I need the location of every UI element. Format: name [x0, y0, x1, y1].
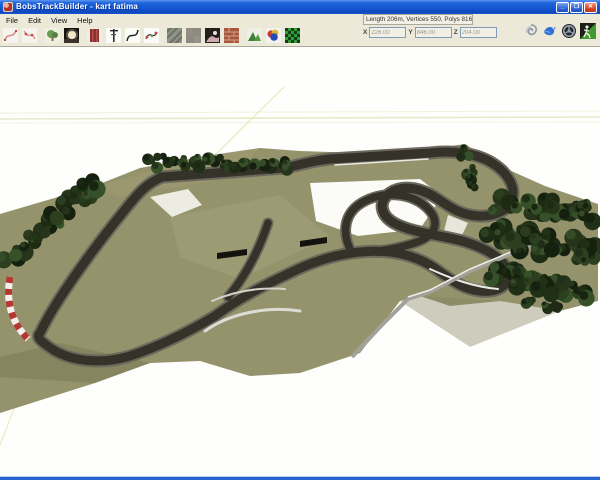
object-pole-tool-button[interactable]: [104, 26, 122, 45]
track-nodes-icon: [22, 28, 37, 43]
pole-icon: [106, 28, 121, 43]
z-field[interactable]: [460, 27, 497, 38]
swirl-icon: [523, 23, 539, 44]
y-label: Y: [408, 29, 412, 36]
app-icon: [3, 2, 13, 12]
menu-bar: File Edit View Help: [2, 15, 97, 26]
track-stats: Length 206m, Vertices 550, Polys 816: [363, 14, 473, 25]
export-buttons: [522, 25, 596, 42]
concrete-texture-button[interactable]: [184, 26, 202, 45]
track-spline-icon: [3, 28, 18, 43]
viewport-3d[interactable]: [0, 47, 600, 476]
track-scene: [0, 47, 600, 477]
runner-icon: [580, 23, 596, 44]
toolbar: [1, 26, 302, 45]
terrain-paint-button[interactable]: [203, 26, 221, 45]
chrome-bar: File Edit View Help: [0, 14, 600, 47]
menu-file[interactable]: File: [2, 15, 22, 26]
export-swirl-button[interactable]: [522, 25, 539, 42]
x-field[interactable]: [369, 27, 406, 38]
terrain-heightmap-button[interactable]: [245, 26, 263, 45]
track-info-panel: Length 206m, Vertices 550, Polys 816 X Y…: [363, 14, 513, 38]
restore-button[interactable]: ❐: [570, 2, 583, 13]
tree-icon: [45, 28, 60, 43]
steering-wheel-button[interactable]: [560, 25, 577, 42]
sky-sun-icon: [64, 28, 79, 43]
concrete-texture-icon: [186, 28, 201, 43]
x-label: X: [363, 29, 367, 36]
menu-help[interactable]: Help: [73, 15, 96, 26]
title-bar[interactable]: BobsTrackBuilder - kart fatima _ ❐ ✕: [0, 0, 600, 14]
wall-tool-button[interactable]: [85, 26, 103, 45]
minimize-button[interactable]: _: [556, 2, 569, 13]
material-colors-button[interactable]: [264, 26, 282, 45]
brick-texture-button[interactable]: [222, 26, 240, 45]
export-dragon-button[interactable]: [541, 25, 558, 42]
track-nodes-tool-button[interactable]: [20, 26, 38, 45]
z-label: Z: [454, 29, 458, 36]
menu-view[interactable]: View: [47, 15, 71, 26]
dragon-icon: [542, 23, 558, 44]
y-field[interactable]: [415, 27, 452, 38]
menu-edit[interactable]: Edit: [24, 15, 45, 26]
terrain-paint-icon: [205, 28, 220, 43]
horizon-lines: [0, 111, 600, 123]
brick-texture-icon: [224, 28, 239, 43]
mountains-icon: [247, 28, 262, 43]
road-texture-button[interactable]: [165, 26, 183, 45]
wall-icon: [87, 28, 102, 43]
coordinate-readout: X Y Z: [363, 27, 513, 38]
checker-export-button[interactable]: [283, 26, 301, 45]
steering-wheel-icon: [561, 23, 577, 44]
curve-tool-button[interactable]: [123, 26, 141, 45]
curve-icon: [125, 28, 140, 43]
sky-settings-button[interactable]: [62, 26, 80, 45]
export-game-button[interactable]: [579, 25, 596, 42]
curve-nodes-icon: [144, 28, 159, 43]
checker-icon: [285, 28, 300, 43]
vegetation-tool-button[interactable]: [43, 26, 61, 45]
app-window: BobsTrackBuilder - kart fatima _ ❐ ✕ Fil…: [0, 0, 600, 480]
curve-nodes-tool-button[interactable]: [142, 26, 160, 45]
track-spline-tool-button[interactable]: [1, 26, 19, 45]
road-texture-icon: [167, 28, 182, 43]
color-balls-icon: [266, 28, 281, 43]
window-title: BobsTrackBuilder - kart fatima: [16, 0, 556, 14]
close-button[interactable]: ✕: [584, 2, 597, 13]
